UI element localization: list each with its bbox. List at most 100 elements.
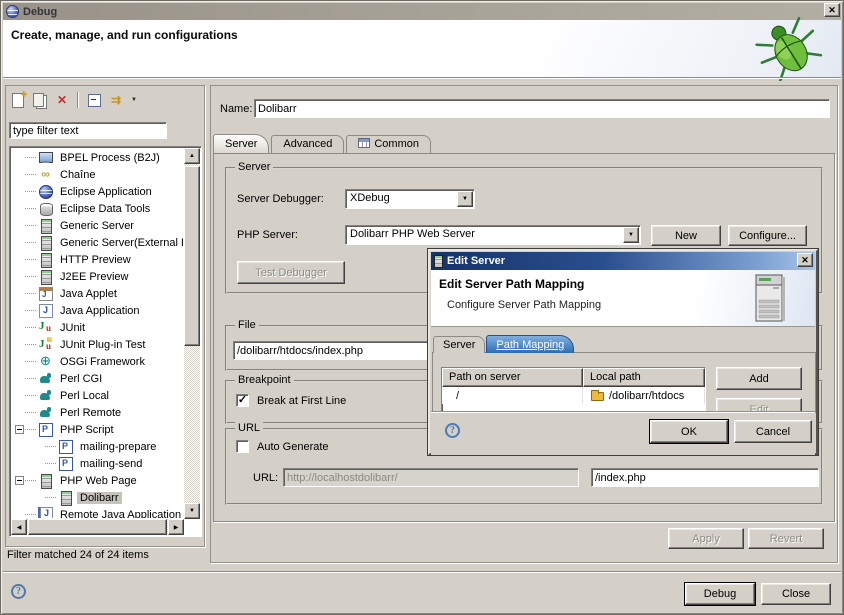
debug-button[interactable]: Debug (685, 583, 755, 605)
tab-server[interactable]: Server (213, 134, 269, 153)
tree-item-cha-ne[interactable]: ∞Chaîne (12, 166, 183, 183)
configure-server-button[interactable]: Configure... (728, 225, 807, 246)
php-server-label: PHP Server: (237, 229, 298, 241)
window-titlebar: Debug (3, 3, 841, 20)
php-icon (58, 456, 73, 471)
php-server-dropdown-icon[interactable]: ▼ (623, 227, 639, 243)
tree-item-perl-remote[interactable]: Perl Remote (12, 404, 183, 421)
server-icon (38, 269, 53, 284)
tree-horizontal-scrollbar[interactable]: ◀ ▶ (11, 519, 184, 535)
tab-server[interactable]: Server (433, 336, 485, 353)
scroll-down-icon[interactable]: ▼ (184, 503, 200, 519)
osgi-icon: ⊕ (38, 354, 53, 369)
tree-item-label: J2EE Preview (57, 271, 131, 283)
ok-button[interactable]: OK (650, 420, 728, 443)
tree-item-osgi-framework[interactable]: ⊕ OSGi Framework (12, 353, 183, 370)
tree-vertical-scrollbar[interactable]: ▲ ▼ (184, 148, 200, 519)
footer: ? Debug Close (1, 573, 843, 615)
tree-toolbar: ✕ ⇉▼ (9, 90, 139, 110)
dialog-title: Edit Server (447, 255, 505, 267)
tree-item-php-script[interactable]: PHP Script (12, 421, 183, 438)
tree-item-mailing-send[interactable]: mailing-send (12, 455, 183, 472)
dialog-help-icon[interactable]: ? (445, 423, 460, 438)
add-mapping-button[interactable]: Add (716, 367, 802, 390)
menu-dropdown-icon[interactable]: ▼ (129, 92, 139, 108)
tree-item-generic-server-external-la[interactable]: Generic Server(External La (12, 234, 183, 251)
tree-item-label: OSGi Framework (57, 356, 148, 368)
name-input[interactable] (254, 99, 830, 118)
tree-item-perl-local[interactable]: Perl Local (12, 387, 183, 404)
tree-item-bpel-process-b2j-[interactable]: BPEL Process (B2J) (12, 149, 183, 166)
server-debugger-combo[interactable]: XDebug ▼ (345, 189, 475, 209)
horizontal-scroll-thumb[interactable] (28, 519, 167, 535)
dialog-subheading: Configure Server Path Mapping (447, 299, 601, 311)
auto-generate-checkbox[interactable] (236, 440, 249, 453)
header-banner: Create, manage, and run configurations (3, 20, 841, 77)
tab-label: Advanced (283, 138, 332, 150)
collapse-expander-icon[interactable] (15, 476, 24, 485)
tree-item-php-web-page[interactable]: PHP Web Page (12, 472, 183, 489)
column-header[interactable]: Local path (583, 368, 705, 387)
local-path-text: /dolibarr/htdocs (609, 390, 684, 402)
column-header[interactable]: Path on server (442, 368, 583, 387)
tab-path-mapping[interactable]: Path Mapping (486, 335, 574, 353)
tree-item-label: JUnit (57, 322, 88, 334)
php-server-combo[interactable]: Dolibarr PHP Web Server ▼ (345, 225, 641, 245)
server-debugger-value: XDebug (350, 192, 390, 204)
help-icon[interactable]: ? (11, 584, 26, 599)
duplicate-icon[interactable] (31, 92, 49, 108)
tree-item-remote-java-application[interactable]: Remote Java Application (12, 506, 183, 518)
delete-icon[interactable]: ✕ (53, 92, 71, 108)
table-row[interactable]: //dolibarr/htdocs (442, 387, 705, 404)
tree-item-junit-plug-in-test[interactable]: JUnit Plug-in Test (12, 336, 183, 353)
tree-item-label: Dolibarr (77, 492, 122, 504)
tree-item-label: mailing-prepare (77, 441, 159, 453)
tree-item-eclipse-data-tools[interactable]: Eclipse Data Tools (12, 200, 183, 217)
junit-icon (38, 320, 53, 335)
tree-item-perl-cgi[interactable]: Perl CGI (12, 370, 183, 387)
banner-separator (3, 77, 841, 79)
tree-item-junit[interactable]: JUnit (12, 319, 183, 336)
eclipse-icon (38, 184, 53, 199)
path-mapping-tab-content: Path on serverLocal path //dolibarr/htdo… (432, 352, 816, 413)
tree-item-eclipse-application[interactable]: Eclipse Application (12, 183, 183, 200)
perl-icon (38, 388, 53, 403)
tab-advanced[interactable]: Advanced (271, 135, 344, 153)
tree-item-generic-server[interactable]: Generic Server (12, 217, 183, 234)
server-icon (58, 490, 73, 505)
tree-item-java-applet[interactable]: Java Applet (12, 285, 183, 302)
collapse-expander-icon[interactable] (15, 425, 24, 434)
tree-item-http-preview[interactable]: HTTP Preview (12, 251, 183, 268)
tab-label: Server (225, 138, 257, 150)
breakpoint-group-legend: Breakpoint (235, 374, 294, 386)
tree-item-mailing-prepare[interactable]: mailing-prepare (12, 438, 183, 455)
path-mapping-table-header: Path on serverLocal path (442, 368, 705, 387)
scroll-right-icon[interactable]: ▶ (168, 519, 184, 535)
scroll-left-icon[interactable]: ◀ (11, 519, 27, 535)
tab-common[interactable]: Common (346, 135, 431, 153)
tree-item-java-application[interactable]: Java Application (12, 302, 183, 319)
server-icon (38, 473, 53, 488)
cancel-button[interactable]: Cancel (734, 420, 812, 443)
path-mapping-table[interactable]: Path on serverLocal path //dolibarr/htdo… (441, 367, 706, 413)
folder-icon (591, 392, 604, 401)
dialog-close-button[interactable]: ✕ (797, 253, 813, 267)
eclipse-logo-icon (6, 5, 19, 18)
new-configuration-icon[interactable] (9, 92, 27, 108)
tree-item-label: Eclipse Application (57, 186, 155, 198)
tree-item-j2ee-preview[interactable]: J2EE Preview (12, 268, 183, 285)
close-button[interactable]: Close (761, 583, 831, 605)
break-first-line-checkbox[interactable]: ✓ (236, 394, 249, 407)
filter-input[interactable] (9, 122, 167, 139)
server-debugger-dropdown-icon[interactable]: ▼ (457, 191, 473, 207)
php-server-value: Dolibarr PHP Web Server (350, 228, 475, 240)
tree-item-dolibarr[interactable]: Dolibarr (12, 489, 183, 506)
vertical-scroll-thumb[interactable] (184, 166, 200, 346)
scroll-up-icon[interactable]: ▲ (184, 148, 200, 164)
name-label: Name: (220, 103, 252, 115)
collapse-all-icon[interactable] (85, 92, 103, 108)
new-server-button[interactable]: New (651, 225, 721, 246)
url-label: URL: (253, 472, 278, 484)
url-path-input[interactable] (591, 468, 819, 487)
filter-icon[interactable]: ⇉ (107, 92, 125, 108)
